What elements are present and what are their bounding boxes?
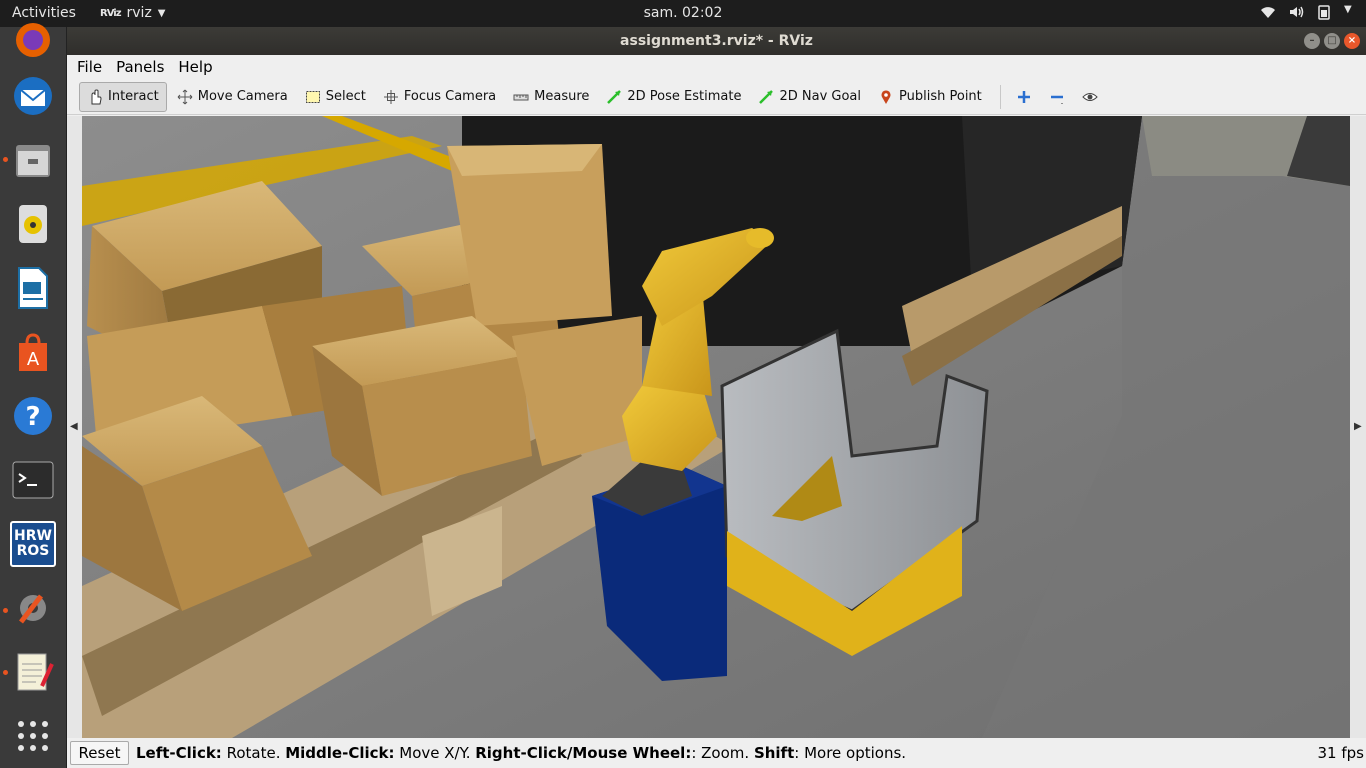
move-camera-label: Move Camera	[197, 89, 288, 104]
menu-bar: File Panels Help	[67, 55, 1366, 79]
window-titlebar[interactable]: assignment3.rviz* - RViz – □ ×	[67, 27, 1366, 55]
publish-point-label: Publish Point	[899, 89, 982, 104]
system-tray[interactable]: ▼	[1260, 4, 1354, 20]
close-icon[interactable]: ×	[1344, 33, 1360, 49]
select-tool-button[interactable]: Select	[298, 82, 373, 112]
app-menu-label: rviz	[126, 5, 152, 21]
view-options-button[interactable]	[1075, 82, 1105, 112]
clock[interactable]: sam. 02:02	[644, 5, 723, 21]
crosshair-icon	[383, 89, 399, 105]
hrw-ros-icon[interactable]: HRW ROS	[10, 521, 56, 567]
move-camera-tool-button[interactable]: Move Camera	[170, 82, 295, 112]
hint-left-click-key: Left-Click:	[136, 744, 222, 762]
volume-icon[interactable]	[1288, 4, 1304, 20]
plus-icon	[1016, 89, 1032, 105]
menu-help[interactable]: Help	[178, 58, 212, 76]
hint-right-click-key: Right-Click/Mouse Wheel:	[475, 744, 692, 762]
minus-icon	[1049, 89, 1065, 105]
pose-estimate-label: 2D Pose Estimate	[627, 89, 742, 104]
expand-right-arrow-icon[interactable]: ▶	[1354, 421, 1362, 432]
svg-text:A: A	[27, 349, 40, 370]
rviz-app-icon: RViz	[100, 7, 121, 19]
select-label: Select	[325, 89, 366, 104]
show-applications-icon[interactable]	[10, 713, 56, 759]
terminal-icon[interactable]	[10, 457, 56, 503]
mouse-hint-text: Left-Click: Rotate. Middle-Click: Move X…	[136, 744, 906, 762]
interact-label: Interact	[108, 89, 159, 104]
map-pin-icon	[878, 89, 894, 105]
libreoffice-writer-icon[interactable]	[10, 265, 56, 311]
green-arrow-icon	[758, 89, 774, 105]
menu-file[interactable]: File	[77, 58, 102, 76]
firefox-icon[interactable]	[10, 17, 56, 63]
ruler-icon	[513, 89, 529, 105]
left-panel-collapse-strip[interactable]: ◀	[67, 116, 82, 738]
files-icon[interactable]	[10, 137, 56, 183]
focus-camera-label: Focus Camera	[403, 89, 497, 104]
nav-goal-label: 2D Nav Goal	[779, 89, 862, 104]
fps-counter: 31 fps	[1317, 744, 1364, 762]
hrw-ros-label-top: HRW	[14, 528, 52, 544]
interact-tool-button[interactable]: Interact	[79, 81, 167, 112]
add-tool-button[interactable]	[1009, 82, 1039, 112]
measure-tool-button[interactable]: Measure	[506, 82, 596, 112]
pose-estimate-tool-button[interactable]: 2D Pose Estimate	[599, 82, 748, 112]
help-icon[interactable]: ?	[10, 393, 56, 439]
running-indicator	[3, 670, 8, 675]
publish-point-tool-button[interactable]: Publish Point	[871, 82, 989, 112]
software-center-icon[interactable]: A	[10, 329, 56, 375]
toolbar-separator	[999, 84, 1001, 109]
hint-middle-click-value: Move X/Y.	[394, 744, 476, 762]
app-menu[interactable]: RViz rviz ▼	[100, 5, 166, 21]
hint-shift-value: : More options.	[794, 744, 907, 762]
green-arrow-icon	[606, 89, 622, 105]
measure-label: Measure	[534, 89, 590, 104]
text-editor-icon[interactable]	[10, 649, 56, 695]
expand-left-arrow-icon[interactable]: ◀	[70, 421, 78, 432]
scene-render	[82, 116, 1350, 738]
hint-middle-click-key: Middle-Click:	[285, 744, 395, 762]
move-arrows-icon	[177, 89, 193, 105]
hint-shift-key: Shift	[753, 744, 795, 762]
top-bar: Activities RViz rviz ▼ sam. 02:02 ▼	[0, 0, 1366, 27]
right-panel-collapse-strip[interactable]: ▶	[1350, 116, 1366, 738]
reset-button[interactable]: Reset	[70, 741, 129, 765]
tool-bar: Interact Move Camera Select Focus Camera…	[67, 79, 1366, 115]
hrw-ros-label-bottom: ROS	[16, 543, 50, 559]
system-menu-chevron-icon[interactable]: ▼	[1344, 4, 1354, 20]
settings-icon[interactable]	[10, 585, 56, 631]
hint-right-click-value: : Zoom.	[691, 744, 754, 762]
3d-viewport[interactable]	[82, 116, 1350, 738]
minimize-icon[interactable]: –	[1304, 33, 1320, 49]
eye-icon	[1082, 89, 1098, 105]
svg-text:?: ?	[25, 402, 40, 432]
thunderbird-icon[interactable]	[10, 73, 56, 119]
battery-icon[interactable]	[1316, 4, 1332, 20]
running-indicator	[3, 608, 8, 613]
hint-left-click-value: Rotate.	[221, 744, 286, 762]
wifi-icon[interactable]	[1260, 4, 1276, 20]
rhythmbox-icon[interactable]	[10, 201, 56, 247]
selection-rect-icon	[305, 89, 321, 105]
status-bar: Reset Left-Click: Rotate. Middle-Click: …	[67, 738, 1366, 768]
chevron-down-icon: ▼	[157, 7, 166, 19]
menu-panels[interactable]: Panels	[116, 58, 164, 76]
nav-goal-tool-button[interactable]: 2D Nav Goal	[751, 82, 868, 112]
running-indicator	[3, 157, 8, 162]
focus-camera-tool-button[interactable]: Focus Camera	[376, 82, 503, 112]
window-title: assignment3.rviz* - RViz	[620, 33, 813, 49]
maximize-icon[interactable]: □	[1324, 33, 1340, 49]
rviz-window: assignment3.rviz* - RViz – □ × File Pane…	[67, 27, 1366, 768]
dock: A ? HRW ROS	[0, 23, 67, 768]
remove-tool-button[interactable]	[1042, 82, 1072, 112]
hand-icon	[87, 88, 103, 105]
